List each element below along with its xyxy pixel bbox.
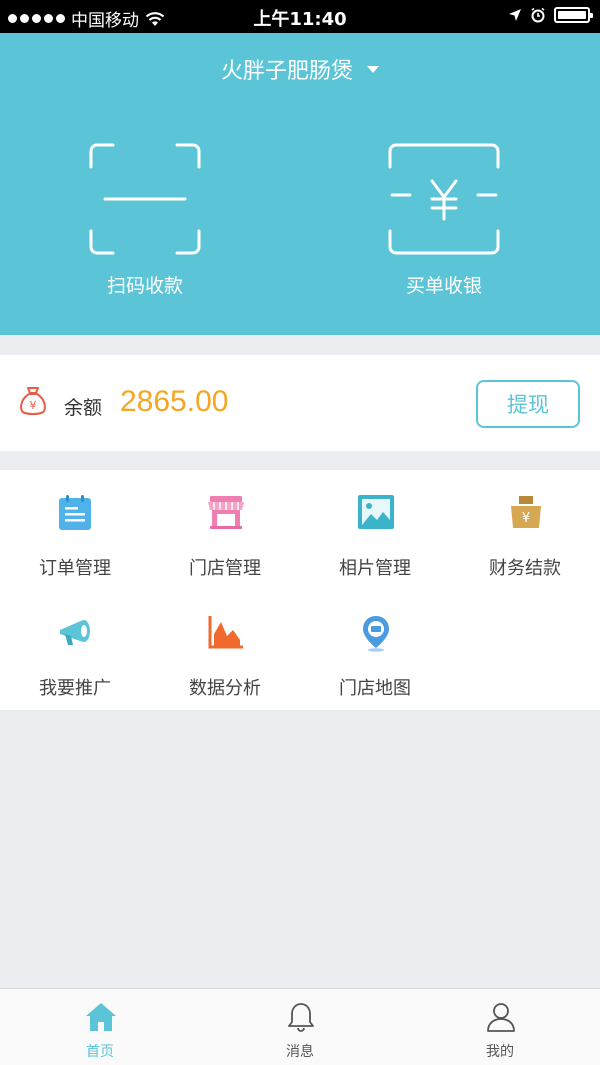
chart-icon xyxy=(208,616,243,649)
map-pin-icon xyxy=(363,616,389,652)
order-icon xyxy=(59,495,91,530)
header: 火胖子肥肠煲 扫码收款 买单收银 xyxy=(0,33,600,335)
menu-item-store-management[interactable]: 门店管理 xyxy=(150,470,300,590)
withdraw-button[interactable]: 提现 xyxy=(476,380,580,428)
tab-label: 首页 xyxy=(86,1044,114,1060)
tab-label: 我的 xyxy=(486,1044,514,1060)
tab-bar: 首页 消息 我的 xyxy=(0,988,600,1065)
store-selector[interactable]: 火胖子肥肠煲 xyxy=(0,53,600,85)
status-right xyxy=(508,7,593,23)
caret-down-icon xyxy=(367,65,379,73)
menu-item-order-management[interactable]: 订单管理 xyxy=(0,470,150,590)
menu-label: 相片管理 xyxy=(339,558,411,579)
location-arrow-icon xyxy=(509,9,521,21)
alarm-icon xyxy=(531,7,545,23)
scan-icon xyxy=(89,143,201,255)
svg-text:¥: ¥ xyxy=(522,511,530,526)
cashier-yen-icon xyxy=(388,143,500,255)
store-name: 火胖子肥肠煲 xyxy=(220,59,353,84)
battery-icon xyxy=(554,7,593,23)
home-icon xyxy=(86,1003,116,1031)
menu-label: 订单管理 xyxy=(39,558,111,579)
menu-label: 门店管理 xyxy=(189,558,261,579)
money-bag-icon: ¥ xyxy=(20,387,46,415)
store-icon xyxy=(208,496,244,529)
menu-item-data-analysis[interactable]: 数据分析 xyxy=(150,590,300,710)
tab-home[interactable]: 首页 xyxy=(0,989,200,1065)
promote-icon xyxy=(60,620,90,645)
menu-item-promote[interactable]: 我要推广 xyxy=(0,590,150,710)
cashier-label: 买单收银 xyxy=(405,275,482,297)
menu-label: 门店地图 xyxy=(339,678,411,699)
scan-collect-button[interactable]: 扫码收款 xyxy=(75,143,215,298)
balance-value: 2865.00 xyxy=(120,385,229,418)
menu-label: 数据分析 xyxy=(189,678,261,699)
user-icon xyxy=(487,1003,515,1032)
menu-label: 我要推广 xyxy=(39,678,111,699)
status-bar: 中国移动 上午11:40 xyxy=(0,0,600,33)
menu-item-finance[interactable]: ¥ 财务结款 xyxy=(450,470,600,590)
menu-item-store-map[interactable]: 门店地图 xyxy=(300,590,450,710)
tab-profile[interactable]: 我的 xyxy=(400,989,600,1065)
tab-label: 消息 xyxy=(286,1044,314,1060)
menu-grid: 订单管理 门店管理 相片管理 ¥ 财务结款 我要推广 数据分析 门店地图 xyxy=(0,470,600,710)
tab-messages[interactable]: 消息 xyxy=(200,989,400,1065)
balance-card: ¥ 余额 2865.00 提现 xyxy=(0,355,600,451)
menu-label: 财务结款 xyxy=(489,558,561,579)
scan-collect-label: 扫码收款 xyxy=(106,275,183,297)
balance-label: 余额 xyxy=(64,397,103,419)
finance-icon: ¥ xyxy=(511,496,541,528)
photo-icon xyxy=(358,495,394,529)
menu-item-photo-management[interactable]: 相片管理 xyxy=(300,470,450,590)
currency-symbol: ¥ xyxy=(30,399,37,412)
cashier-button[interactable]: 买单收银 xyxy=(374,143,514,298)
bell-icon xyxy=(288,1003,314,1032)
